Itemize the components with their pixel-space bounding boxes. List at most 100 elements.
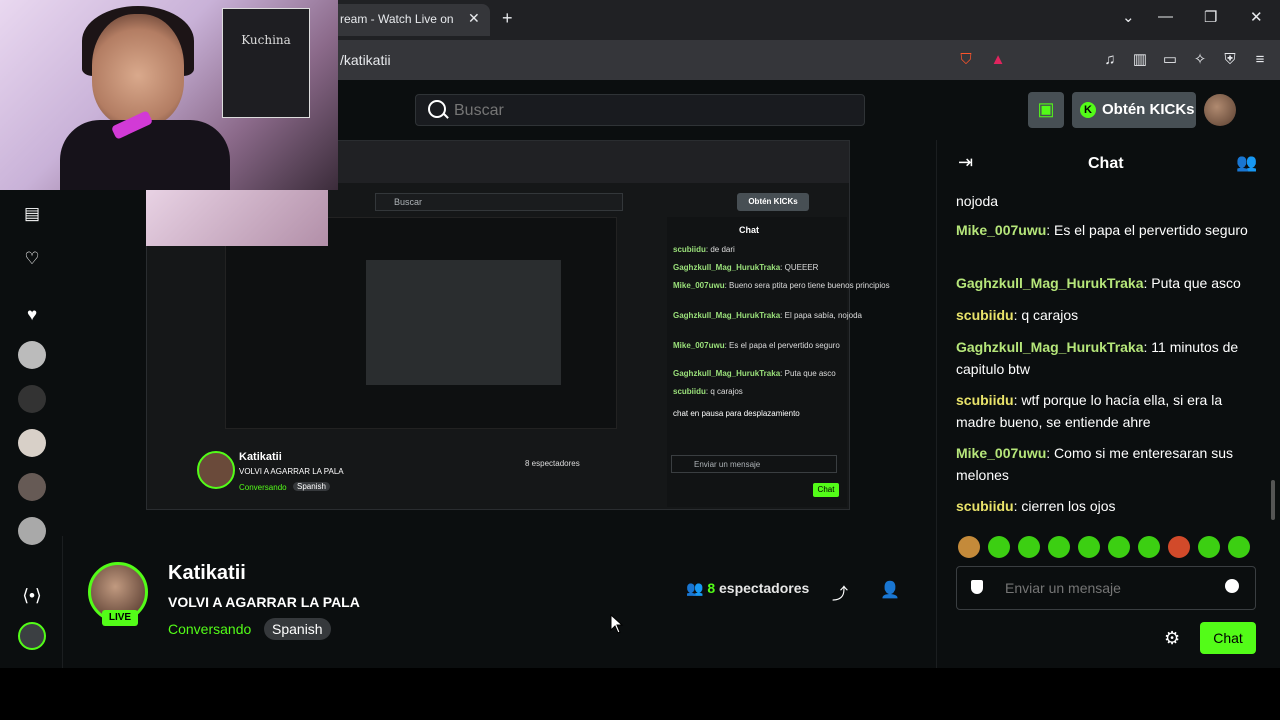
followed-channel-avatar[interactable] xyxy=(18,385,46,413)
captured-chat: Chat scubiidu: de dari Gaghzkull_Mag_Hur… xyxy=(667,217,890,507)
tab-title: ream - Watch Live on xyxy=(340,12,454,26)
media-icon[interactable]: ♫ xyxy=(1100,50,1120,70)
emote-icon[interactable] xyxy=(1108,536,1130,558)
chat-messages: nojoda Mike_007uwu: Es el papa el perver… xyxy=(956,190,1256,520)
captured-chat-line: Mike_007uwu: Es el papa el pervertido se… xyxy=(673,341,840,350)
gift-icon[interactable]: ▣ xyxy=(1028,92,1064,128)
url-field[interactable]: /katikatii xyxy=(340,52,391,68)
message-box[interactable] xyxy=(956,566,1256,610)
wallet-icon[interactable]: ▭ xyxy=(1160,50,1180,70)
emote-icon[interactable] xyxy=(1078,536,1100,558)
chat-scrollbar[interactable] xyxy=(1271,480,1275,520)
search-icon xyxy=(428,100,446,118)
emote-icon[interactable] xyxy=(1198,536,1220,558)
captured-streamer-name: Katikatii xyxy=(239,451,282,463)
user-avatar[interactable] xyxy=(1204,94,1236,126)
captured-chat-button: Chat xyxy=(813,483,839,497)
chat-settings-icon[interactable]: ⚙ xyxy=(1164,628,1180,649)
emote-icon[interactable] xyxy=(958,536,980,558)
captured-kicks-button: Obtén KICKs xyxy=(737,193,809,211)
viewer-label: espectadores xyxy=(719,580,810,596)
chat-message: scubiidu: wtf porque lo hacía ella, si e… xyxy=(956,392,1223,430)
get-kicks-label: Obtén KICKs xyxy=(1102,101,1195,118)
chat-message: Gaghzkull_Mag_HurukTraka: Puta que asco xyxy=(956,275,1241,291)
chat-users-icon[interactable]: 👥 xyxy=(1236,153,1257,173)
emote-icon[interactable] xyxy=(988,536,1010,558)
message-input[interactable] xyxy=(1003,579,1207,597)
followed-channel-avatar[interactable] xyxy=(18,517,46,545)
viewer-count: 👥 8 espectadores xyxy=(686,580,809,597)
followed-channel-avatar[interactable] xyxy=(18,341,46,369)
browser-tab[interactable]: ream - Watch Live on ✕ xyxy=(330,4,490,36)
sidebar-icon[interactable]: ▥ xyxy=(1130,50,1150,70)
live-badge: LIVE xyxy=(102,610,138,626)
captured-chat-line: scubiidu: de dari xyxy=(673,245,735,254)
emote-icon[interactable] xyxy=(1018,536,1040,558)
emote-icon[interactable] xyxy=(1168,536,1190,558)
captured-chat-line: Gaghzkull_Mag_HurukTraka: QUEEER xyxy=(673,263,819,272)
streamer-face xyxy=(92,14,184,126)
bottom-black-bar xyxy=(0,668,1280,720)
left-sidebar: ▤ ♡ ♥ ⟨•⟩ xyxy=(0,190,63,668)
live-channels-icon[interactable]: ⟨•⟩ xyxy=(20,584,44,608)
captured-search-bar: Buscar xyxy=(375,193,623,211)
chat-message: Mike_007uwu: Como si me enteresaran sus … xyxy=(956,445,1234,483)
streamer-body xyxy=(60,120,230,190)
send-chat-button[interactable]: Chat xyxy=(1200,622,1256,654)
followed-channel-avatar[interactable] xyxy=(18,473,46,501)
language-tag[interactable]: Spanish xyxy=(264,618,331,640)
follow-icon[interactable]: 👤 xyxy=(880,580,900,600)
captured-streamer-avatar xyxy=(197,451,235,489)
wall-poster: Kuchina xyxy=(222,8,310,118)
get-kicks-button[interactable]: K Obtén KICKs xyxy=(1072,92,1196,128)
captured-language: Spanish xyxy=(293,482,330,491)
channel-avatar-live[interactable] xyxy=(18,622,46,650)
captured-chat-line: Gaghzkull_Mag_HurukTraka: El papa sabía,… xyxy=(673,311,863,320)
captured-chat-paused: chat en pausa para desplazamiento xyxy=(673,409,800,418)
chat-message: Gaghzkull_Mag_HurukTraka: 11 minutos de … xyxy=(956,339,1239,377)
collapse-chat-icon[interactable]: ⇥ xyxy=(958,152,973,173)
tab-search-icon[interactable]: ⌄ xyxy=(1122,8,1135,26)
captured-video xyxy=(225,217,617,429)
captured-webcam xyxy=(146,190,328,246)
streamer-name[interactable]: Katikatii xyxy=(168,562,246,585)
emote-icon[interactable] xyxy=(1138,536,1160,558)
emote-icon[interactable] xyxy=(1048,536,1070,558)
captured-nested-video xyxy=(366,260,561,385)
captured-category: Conversando xyxy=(239,483,287,492)
chat-message: Mike_007uwu: Es el papa el pervertido se… xyxy=(956,222,1248,238)
captured-viewers: 8 espectadores xyxy=(525,459,580,468)
captured-message-box: Enviar un mensaje xyxy=(671,455,837,473)
captured-chat-title: Chat xyxy=(739,225,759,235)
chat-message: scubiidu: q carajos xyxy=(956,307,1079,323)
followed-channel-avatar[interactable] xyxy=(18,429,46,457)
brave-rewards-icon[interactable]: ▲ xyxy=(988,50,1008,70)
viewer-number: 8 xyxy=(707,580,716,596)
kicks-logo-icon: K xyxy=(1080,102,1096,118)
brave-shield-icon[interactable]: ⛉ xyxy=(956,50,976,70)
captured-chat-line: Gaghzkull_Mag_HurukTraka: Puta que asco xyxy=(673,369,836,378)
emote-bar xyxy=(958,536,1254,560)
chat-message: scubiidu: cierren los ojos xyxy=(956,498,1116,514)
maximize-icon[interactable]: ❐ xyxy=(1204,8,1217,26)
viewers-icon: 👥 xyxy=(686,580,704,596)
chat-title: Chat xyxy=(1088,155,1124,172)
search-input[interactable] xyxy=(452,101,836,121)
leo-icon[interactable]: ✧ xyxy=(1190,50,1210,70)
following-icon[interactable]: ♡ xyxy=(20,247,44,271)
menu-icon[interactable]: ≡ xyxy=(1250,50,1270,70)
search-bar[interactable] xyxy=(415,94,865,126)
browse-icon[interactable]: ▤ xyxy=(20,202,44,226)
emote-icon[interactable] xyxy=(1228,536,1250,558)
emoji-icon[interactable] xyxy=(1225,579,1239,593)
close-tab-icon[interactable]: ✕ xyxy=(468,10,480,27)
chat-message: nojoda xyxy=(956,193,999,209)
share-icon[interactable]: ⤴ xyxy=(832,580,848,604)
captured-chat-line: scubiidu: q carajos xyxy=(673,387,743,396)
close-window-icon[interactable]: ✕ xyxy=(1250,8,1263,26)
vpn-icon[interactable]: ⛨ xyxy=(1220,50,1240,70)
new-tab-icon[interactable]: + xyxy=(502,8,513,29)
category-link[interactable]: Conversando xyxy=(168,621,251,637)
minimize-icon[interactable]: — xyxy=(1158,8,1173,25)
favorite-heart-icon[interactable]: ♥ xyxy=(20,303,44,327)
